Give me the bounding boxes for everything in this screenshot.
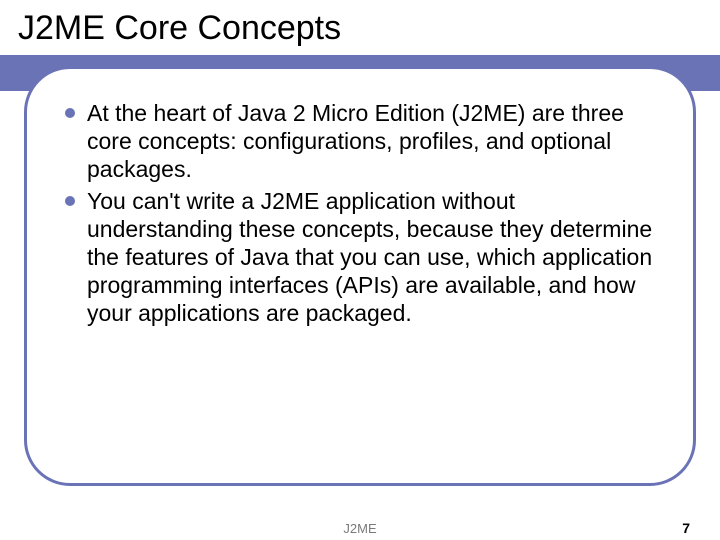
page-number: 7 <box>682 520 690 536</box>
bullet-list: At the heart of Java 2 Micro Edition (J2… <box>61 99 663 327</box>
bullet-item: At the heart of Java 2 Micro Edition (J2… <box>61 99 663 183</box>
slide-title: J2ME Core Concepts <box>0 6 720 55</box>
footer-label: J2ME <box>343 521 376 536</box>
content-frame: At the heart of Java 2 Micro Edition (J2… <box>24 66 696 486</box>
bullet-item: You can't write a J2ME application witho… <box>61 187 663 327</box>
